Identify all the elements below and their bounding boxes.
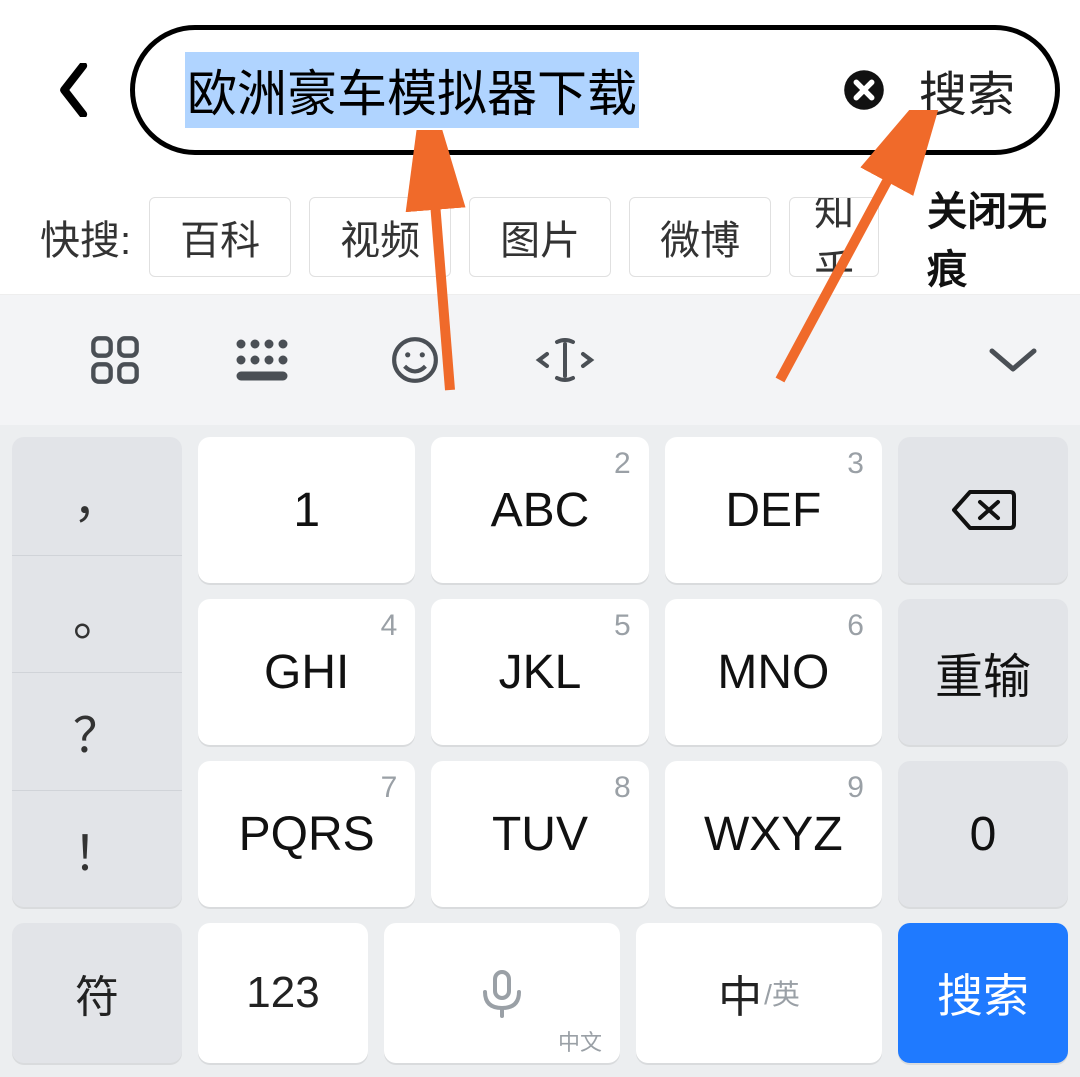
key-jkl[interactable]: 5JKL	[431, 599, 648, 745]
key-exclaim[interactable]: ！	[12, 790, 182, 908]
key-period[interactable]: 。	[12, 555, 182, 673]
key-retype[interactable]: 重输	[898, 599, 1068, 745]
quick-search-item[interactable]: 图片	[469, 197, 611, 277]
close-incognito-button[interactable]: 关闭无痕	[897, 197, 1080, 277]
quick-search-item[interactable]: 微博	[629, 197, 771, 277]
quick-search-item[interactable]: 视频	[309, 197, 451, 277]
key-def[interactable]: 3DEF	[665, 437, 882, 583]
emoji-icon[interactable]	[340, 335, 490, 385]
key-enter-search[interactable]: 搜索	[898, 923, 1068, 1063]
key-space[interactable]: 中文	[384, 923, 620, 1063]
microphone-icon	[467, 968, 537, 1018]
close-circle-icon	[842, 68, 886, 112]
clear-button[interactable]	[839, 65, 889, 115]
punctuation-column: ， 。 ？ ！	[12, 437, 182, 907]
chevron-left-icon	[58, 63, 92, 117]
key-question[interactable]: ？	[12, 672, 182, 790]
key-tuv[interactable]: 8TUV	[431, 761, 648, 907]
quick-search-item[interactable]: 百科	[149, 197, 291, 277]
space-sublabel: 中文	[558, 1025, 602, 1057]
search-input[interactable]: 欧洲豪车模拟器下载	[185, 52, 639, 128]
keyboard-switch-icon[interactable]	[190, 338, 340, 382]
search-button[interactable]: 搜索	[919, 55, 1015, 125]
back-button[interactable]	[40, 55, 110, 125]
key-ghi[interactable]: 4GHI	[198, 599, 415, 745]
key-comma[interactable]: ，	[12, 437, 182, 555]
key-symbols[interactable]: 符	[12, 923, 182, 1063]
key-1[interactable]: 11	[198, 437, 415, 583]
backspace-icon	[948, 486, 1018, 534]
quick-search-item[interactable]: 知乎	[789, 197, 879, 277]
keyboard: ， 。 ？ ！ 11 2ABC 3DEF 4GHI 5JKL 6MNO 重输 7…	[0, 425, 1080, 1077]
text-cursor-icon[interactable]	[490, 336, 640, 384]
keyboard-toolbar	[0, 295, 1080, 425]
top-bar: 欧洲豪车模拟器下载 搜索	[0, 0, 1080, 180]
key-numeric[interactable]: 123	[198, 923, 368, 1063]
key-language[interactable]: 中/英	[636, 923, 882, 1063]
chevron-down-icon[interactable]	[920, 345, 1040, 375]
search-box[interactable]: 欧洲豪车模拟器下载 搜索	[130, 25, 1060, 155]
key-wxyz[interactable]: 9WXYZ	[665, 761, 882, 907]
apps-icon[interactable]	[40, 334, 190, 386]
key-mno[interactable]: 6MNO	[665, 599, 882, 745]
key-pqrs[interactable]: 7PQRS	[198, 761, 415, 907]
key-abc[interactable]: 2ABC	[431, 437, 648, 583]
key-zero[interactable]: 0	[898, 761, 1068, 907]
quick-search-label: 快搜:	[40, 208, 131, 266]
key-backspace[interactable]	[898, 437, 1068, 583]
quick-search-row: 快搜: 百科 视频 图片 微博 知乎 关闭无痕	[0, 180, 1080, 295]
